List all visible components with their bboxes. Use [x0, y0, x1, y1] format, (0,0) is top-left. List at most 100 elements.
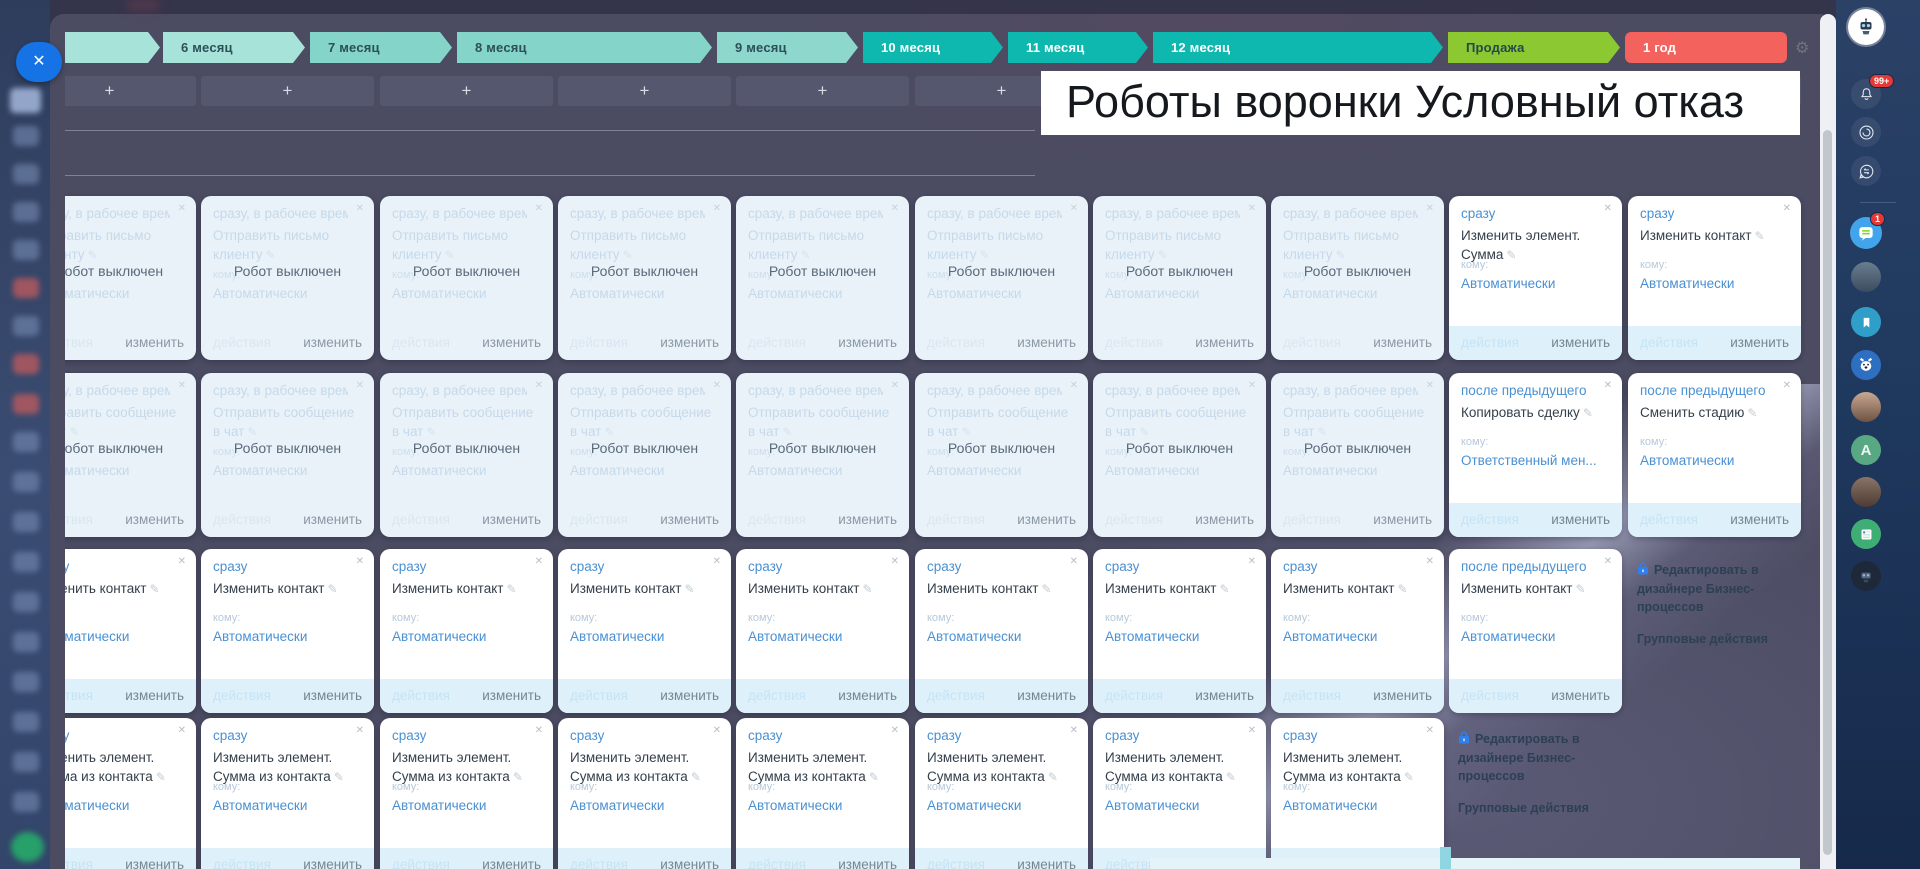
delete-robot-icon[interactable]: ✕ — [535, 203, 543, 214]
actions-link[interactable]: действия — [213, 848, 271, 869]
robot-trigger-link[interactable]: сразу, в рабочее врем... — [1283, 383, 1418, 398]
robot-trigger-link[interactable]: сразу — [213, 559, 348, 574]
add-robot-button[interactable]: + — [736, 76, 909, 106]
robot-card[interactable]: ✕ после предыдущего Изменить контакт ✎ кому:… — [1449, 549, 1622, 713]
user-bearded-avatar[interactable] — [1851, 392, 1881, 422]
robot-card-disabled[interactable]: ✕ сразу, в рабочее врем... Отправить сообщ… — [736, 373, 909, 537]
edit-pencil-icon[interactable]: ✎ — [691, 770, 701, 784]
edit-link[interactable]: изменить — [482, 848, 541, 869]
user-woman-avatar[interactable] — [1851, 477, 1881, 507]
to-whom-value-link[interactable]: Автоматически — [1640, 453, 1734, 468]
actions-link[interactable]: действия — [1461, 326, 1519, 360]
stage-tab-8-месяц[interactable]: 8 месяц — [457, 32, 712, 63]
robot-trigger-link[interactable]: сразу, в рабочее врем... — [927, 383, 1062, 398]
edit-pencil-icon[interactable]: ✎ — [961, 425, 971, 439]
add-robot-button[interactable]: + — [65, 76, 196, 106]
robot-card-disabled[interactable]: ✕ сразу, в рабочее время Отправить письмо … — [915, 196, 1088, 360]
delete-robot-icon[interactable]: ✕ — [891, 380, 899, 391]
delete-robot-icon[interactable]: ✕ — [1070, 725, 1078, 736]
robot-card[interactable]: ✕ сразу Изменить элемент. Сумма ✎ кому: Автом… — [1449, 196, 1622, 360]
robot-trigger-link[interactable]: после предыдущего — [1461, 383, 1596, 398]
delete-robot-icon[interactable]: ✕ — [1783, 203, 1791, 214]
robot-card-disabled[interactable]: ✕ сразу, в рабочее время Отправить письмо … — [558, 196, 731, 360]
to-whom-value-link[interactable]: Автоматически — [213, 463, 307, 478]
delete-robot-icon[interactable]: ✕ — [535, 556, 543, 567]
edit-link[interactable]: изменить — [660, 326, 719, 360]
actions-link[interactable]: действия — [392, 848, 450, 869]
delete-robot-icon[interactable]: ✕ — [1070, 380, 1078, 391]
robot-trigger-link[interactable]: сразу, в рабочее время — [213, 206, 348, 221]
actions-link[interactable]: действия — [1283, 503, 1341, 537]
robot-card[interactable]: ✕ после предыдущего Сменить стадию ✎ кому: Ав… — [1628, 373, 1801, 537]
edit-link[interactable]: изменить — [125, 326, 184, 360]
robot-card[interactable]: ✕ сразу Изменить контакт✎ кому: Автоматическ… — [1271, 549, 1444, 713]
robot-avatar[interactable] — [1848, 9, 1884, 45]
robot-trigger-link[interactable]: сразу, в рабочее врем... — [748, 383, 883, 398]
to-whom-value-link[interactable]: Автоматически — [927, 798, 1021, 813]
edit-pencil-icon[interactable]: ✎ — [1583, 406, 1593, 420]
actions-link[interactable]: действия — [748, 848, 806, 869]
news-doc-icon[interactable] — [1851, 519, 1881, 549]
to-whom-value-link[interactable]: Автоматически — [927, 463, 1021, 478]
robot-card[interactable]: ✕ сразу Изменить контакт✎ кому: Автоматическ… — [1628, 196, 1801, 360]
actions-link[interactable]: действия — [213, 503, 271, 537]
delete-robot-icon[interactable]: ✕ — [1248, 725, 1256, 736]
edit-link[interactable]: изменить — [303, 848, 362, 869]
robot-card-disabled[interactable]: ✕ сразу, в рабочее время Отправить письмо … — [1093, 196, 1266, 360]
robot-trigger-link[interactable]: сразу — [748, 559, 883, 574]
stage-tab-11-месяц[interactable]: 11 месяц — [1008, 32, 1148, 63]
stage-tab-7-месяц[interactable]: 7 месяц — [310, 32, 452, 63]
to-whom-value-link[interactable]: Автоматически — [570, 286, 664, 301]
delete-robot-icon[interactable]: ✕ — [535, 380, 543, 391]
close-button[interactable]: ✕ — [16, 42, 62, 82]
edit-pencil-icon[interactable]: ✎ — [862, 582, 872, 596]
edit-link[interactable]: изменить — [303, 326, 362, 360]
actions-link[interactable]: действия — [1283, 679, 1341, 713]
edit-in-bp-designer-link[interactable]: Редактировать в дизайнере Бизнес-процесс… — [1637, 561, 1813, 616]
edit-pencil-icon[interactable]: ✎ — [604, 425, 614, 439]
robot-card[interactable]: ✕сразуИзменить элемент. Сумма из контакт… — [1271, 718, 1444, 869]
edit-link[interactable]: изменить — [125, 679, 184, 713]
edit-pencil-icon[interactable]: ✎ — [623, 248, 633, 262]
delete-robot-icon[interactable]: ✕ — [356, 725, 364, 736]
to-whom-value-link[interactable]: Ответственный мен... — [1461, 453, 1597, 468]
actions-link[interactable]: действия — [570, 848, 628, 869]
actions-link[interactable]: действия — [1461, 679, 1519, 713]
actions-link[interactable]: действия — [1283, 326, 1341, 360]
add-robot-button[interactable]: + — [558, 76, 731, 106]
robot-card-disabled[interactable]: ✕ сразу, в рабочее время Отправить письмо … — [1271, 196, 1444, 360]
to-whom-value-link[interactable]: Автоматически — [392, 629, 486, 644]
robot-trigger-link[interactable]: сразу, в рабочее врем... — [570, 383, 705, 398]
edit-link[interactable]: изменить — [838, 326, 897, 360]
edit-link[interactable]: изменить — [1551, 503, 1610, 537]
delete-robot-icon[interactable]: ✕ — [356, 556, 364, 567]
robot-card-disabled[interactable]: ✕ сразу, в рабочее врем... Отправить сообщ… — [1093, 373, 1266, 537]
robot-trigger-link[interactable]: сразу — [927, 559, 1062, 574]
delete-robot-icon[interactable]: ✕ — [356, 380, 364, 391]
edit-pencil-icon[interactable]: ✎ — [69, 425, 79, 439]
robot-trigger-link[interactable]: сразу — [1640, 206, 1775, 221]
add-robot-button[interactable]: + — [380, 76, 553, 106]
edit-pencil-icon[interactable]: ✎ — [1754, 229, 1764, 243]
robot-card[interactable]: ✕сразуИзменить элемент. Сумма из контакт… — [380, 718, 553, 869]
edit-link[interactable]: изменить — [1373, 326, 1432, 360]
robot-card[interactable]: ✕ сразу Изменить контакт✎ кому: Автоматическ… — [201, 549, 374, 713]
to-whom-value-link[interactable]: Автоматически — [1283, 286, 1377, 301]
delete-robot-icon[interactable]: ✕ — [1070, 556, 1078, 567]
robot-trigger-link[interactable]: сразу — [1105, 559, 1240, 574]
robot-card[interactable]: ✕ сразу Изменить контакт✎ кому: Автоматическ… — [380, 549, 553, 713]
actions-link[interactable]: действия — [748, 679, 806, 713]
to-whom-value-link[interactable]: Автоматически — [1640, 276, 1734, 291]
edit-pencil-icon[interactable]: ✎ — [869, 770, 879, 784]
edit-pencil-icon[interactable]: ✎ — [1048, 770, 1058, 784]
delete-robot-icon[interactable]: ✕ — [1604, 556, 1612, 567]
to-whom-value-link[interactable]: Автоматически — [392, 798, 486, 813]
edit-link[interactable]: изменить — [660, 848, 719, 869]
edit-link[interactable]: изменить — [1551, 326, 1610, 360]
edit-link[interactable]: изменить — [1195, 679, 1254, 713]
delete-robot-icon[interactable]: ✕ — [1604, 203, 1612, 214]
actions-link[interactable]: действия — [65, 679, 93, 713]
robot-card-disabled[interactable]: ✕ сразу, в рабочее врем... Отправить сообщ… — [915, 373, 1088, 537]
robot-card-disabled[interactable]: ✕ сразу, в рабочее время Отправить письмо … — [201, 196, 374, 360]
edit-pencil-icon[interactable]: ✎ — [1219, 582, 1229, 596]
